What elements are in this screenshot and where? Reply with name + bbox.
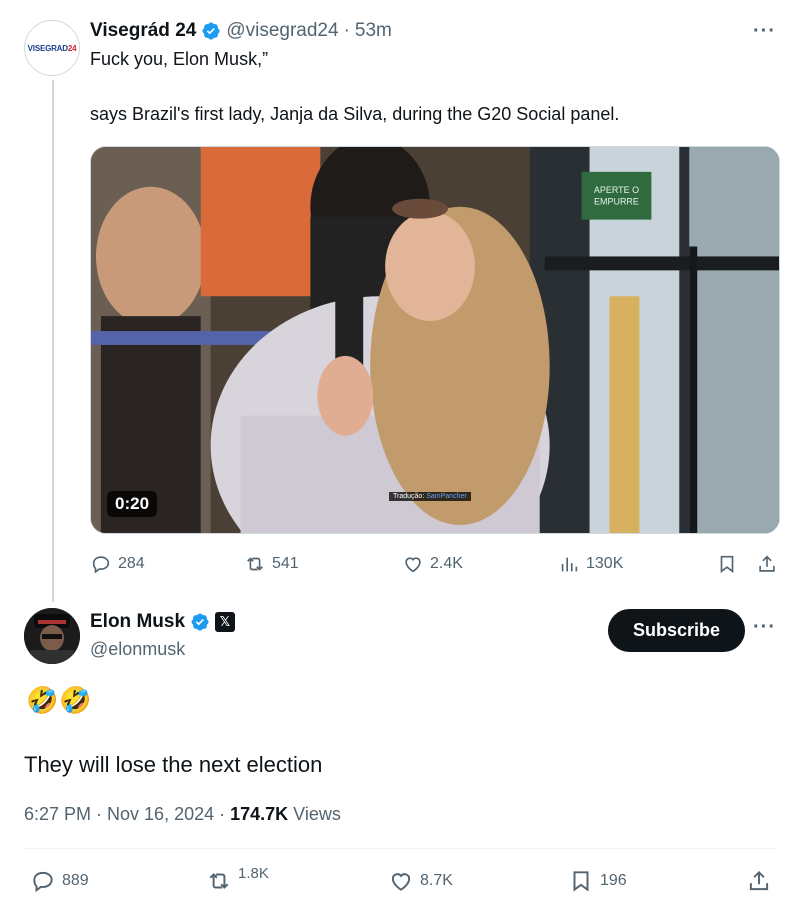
avatar-logo-text: VISEGRAD24 (27, 43, 77, 53)
subscribe-button[interactable]: Subscribe (608, 609, 745, 652)
exit-sign-text: APERTE O (594, 185, 639, 195)
reply-count: 889 (62, 872, 89, 889)
author-name[interactable]: Visegrád 24 (90, 20, 196, 42)
reply-views-count: 174.7K (230, 804, 289, 824)
like-count: 2.4K (430, 555, 463, 572)
reply-timestamp[interactable]: 6:27 PM · Nov 16, 2024 · (24, 804, 230, 824)
author-name[interactable]: Elon Musk (90, 611, 185, 633)
thread-connector-line (52, 80, 54, 602)
divider (24, 848, 776, 849)
reply-action[interactable]: 284 (90, 553, 145, 575)
parent-action-bar: 284 541 2.4K 130K (90, 552, 780, 576)
reply-author-handle[interactable]: @elonmusk (90, 639, 185, 660)
repost-action[interactable]: 1.8K (206, 864, 269, 894)
visegrad-avatar[interactable]: VISEGRAD24 (24, 20, 80, 76)
avatar-image (24, 608, 80, 664)
video-frame-image: APERTE O EMPURRE (91, 147, 779, 533)
reply-text: They will lose the next election (24, 752, 323, 777)
bookmark-icon (720, 555, 734, 573)
repost-action[interactable]: 541 (244, 553, 299, 575)
bookmark-action[interactable]: 196 (568, 868, 627, 894)
reply-count: 284 (118, 555, 145, 572)
share-action[interactable] (756, 553, 778, 575)
more-options-icon[interactable]: ··· (753, 20, 776, 43)
tweet-text-line2: says Brazil's first lady, Janja da Silva… (90, 104, 620, 124)
analytics-icon (561, 557, 578, 572)
video-player[interactable]: APERTE O EMPURRE Tradução: SamPancher 0:… (90, 146, 780, 534)
like-action[interactable]: 2.4K (402, 553, 463, 575)
heart-icon (405, 557, 421, 573)
repost-icon (247, 557, 263, 571)
verified-badge-icon (191, 613, 209, 631)
share-icon (759, 555, 775, 572)
repost-count: 1.8K (238, 864, 269, 882)
more-options-icon[interactable]: ··· (753, 616, 776, 639)
svg-text:EMPURRE: EMPURRE (594, 197, 639, 207)
post-time[interactable]: 53m (355, 20, 392, 42)
bookmark-action[interactable] (716, 553, 738, 575)
repost-count: 541 (272, 555, 299, 572)
repost-icon (209, 873, 229, 889)
separator-dot: · (343, 20, 350, 41)
views-action[interactable]: 130K (558, 553, 623, 575)
verified-badge-icon (202, 22, 220, 40)
heart-icon (391, 873, 411, 891)
bookmark-count: 196 (600, 872, 627, 889)
reply-action-bar: 889 1.8K 8.7K 196 (30, 864, 780, 894)
like-action[interactable]: 8.7K (388, 868, 453, 894)
reply-icon (33, 871, 53, 893)
reply-meta: 6:27 PM · Nov 16, 2024 · 174.7K Views (24, 804, 341, 825)
views-count: 130K (586, 555, 624, 572)
video-duration: 0:20 (107, 491, 158, 517)
tweet-text-line1: Fuck you, Elon Musk,” (90, 49, 269, 69)
reply-author: Elon Musk 𝕏 (90, 611, 236, 633)
share-icon (749, 870, 769, 891)
elon-avatar[interactable] (24, 608, 80, 664)
like-count: 8.7K (420, 872, 453, 889)
x-affiliate-badge-icon: 𝕏 (215, 612, 236, 632)
reply-icon (92, 556, 110, 574)
reply-action[interactable]: 889 (30, 868, 89, 894)
author-handle[interactable]: @visegrad24 (226, 20, 338, 42)
parent-tweet-header: Visegrád 24 @visegrad24 · 53m (90, 20, 392, 42)
share-action[interactable] (746, 868, 772, 894)
translation-credit: Tradução: SamPancher (389, 492, 471, 501)
reply-emoji: 🤣🤣 (26, 686, 93, 716)
bookmark-icon (573, 871, 589, 892)
reply-views-label: Views (288, 804, 341, 824)
